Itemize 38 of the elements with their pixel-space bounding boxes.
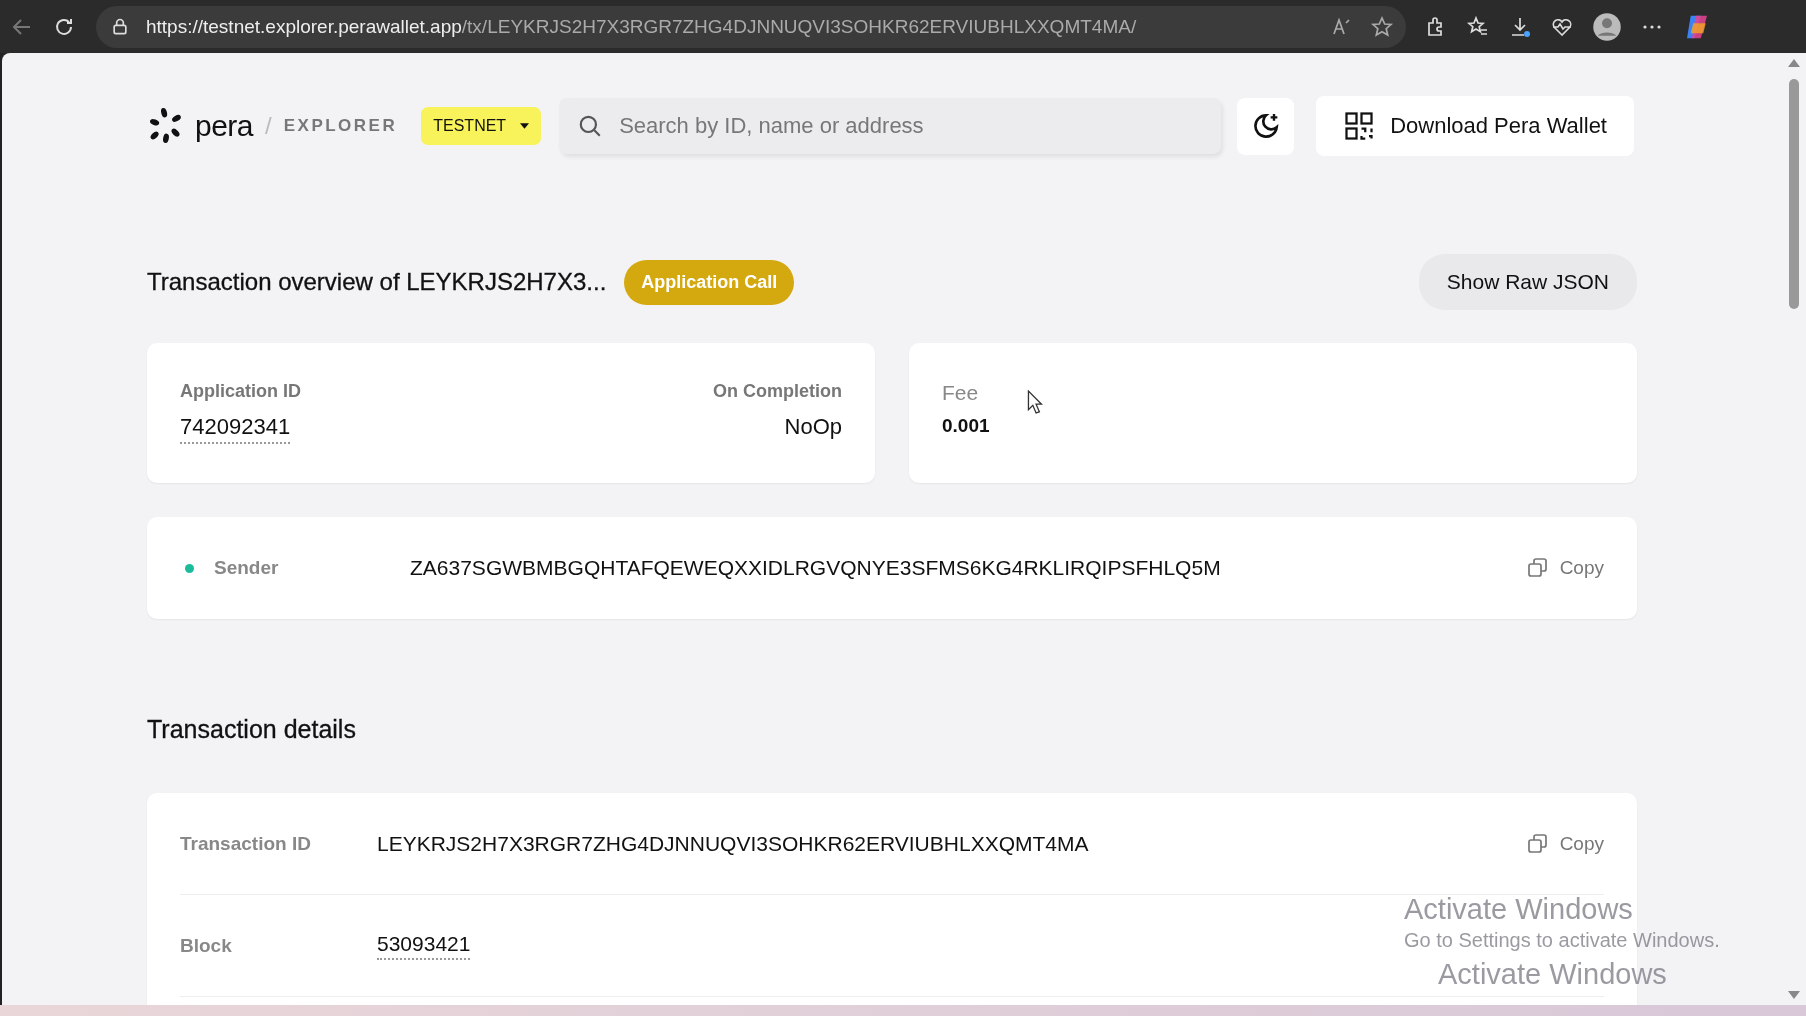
watermark-title: Activate Windows (1404, 893, 1634, 926)
copy-icon (1525, 831, 1550, 856)
lock-icon[interactable] (110, 16, 130, 37)
mouse-pointer-icon (1027, 390, 1043, 414)
field-label: On Completion (713, 381, 842, 402)
show-raw-json-button[interactable]: Show Raw JSON (1418, 254, 1637, 310)
transaction-type-badge: Application Call (624, 259, 795, 305)
theme-toggle-button[interactable] (1237, 97, 1295, 155)
field-value: 0.001 (942, 415, 990, 437)
field-label: Fee (942, 381, 979, 405)
url-text: https://testnet.explorer.perawallet.app/tx/LEYKRJS2H7X3RGR7ZHG4DJNNUQVI3SOHKR62ERVIUBHLXXQMT4MA/ (146, 15, 1137, 38)
field-label: Sender (214, 557, 280, 579)
page-title: Transaction overview of LEYKRJS2H7X3... (147, 268, 607, 296)
qr-code-icon (1344, 111, 1375, 141)
watermark-text: Go to Settings to activate Windows. (1404, 929, 1720, 952)
field-label: Transaction ID (180, 832, 312, 855)
logo-text[interactable]: pera (195, 109, 254, 143)
field-value: LEYKRJS2H7X3RGR7ZHG4DJNNUQVI3SOHKR62ERVIUBHLXXQMT4MA (377, 831, 1089, 856)
application-id-link[interactable]: 742092341 (180, 414, 291, 444)
watermark-title: Activate Windows (1438, 958, 1668, 991)
field-value: NoOp (784, 414, 842, 440)
copy-button[interactable]: Copy (1525, 831, 1604, 856)
star-icon[interactable] (1370, 14, 1394, 39)
address-bar[interactable]: https://testnet.explorer.perawallet.app/tx/LEYKRJS2H7X3RGR7ZHG4DJNNUQVI3SOHKR62ERVIUBHLXXQMT4MA/ (96, 5, 1406, 48)
field-label: Block (180, 934, 233, 957)
section-label: EXPLORER (283, 116, 398, 136)
search-field[interactable]: Search by ID, name or address (559, 98, 1222, 154)
profile-avatar-icon[interactable] (1592, 11, 1622, 42)
copy-button[interactable]: Copy (1525, 556, 1604, 580)
caret-icon (520, 123, 530, 129)
section-title: Transaction details (147, 715, 357, 745)
download-wallet-button[interactable]: Download Pera Wallet (1316, 96, 1635, 156)
copy-icon (1525, 556, 1550, 580)
field-label: Application ID (180, 381, 301, 402)
separator: / (265, 112, 272, 140)
block-link[interactable]: 53093421 (377, 931, 471, 960)
address-link[interactable]: ZA637SGWBMBGQHTAFQEWEQXXIDLRGVQNYE3SFMS6KG4RKLIRQIPSFHLQ5M (410, 556, 1221, 580)
network-dropdown[interactable]: TESTNET (421, 107, 542, 145)
